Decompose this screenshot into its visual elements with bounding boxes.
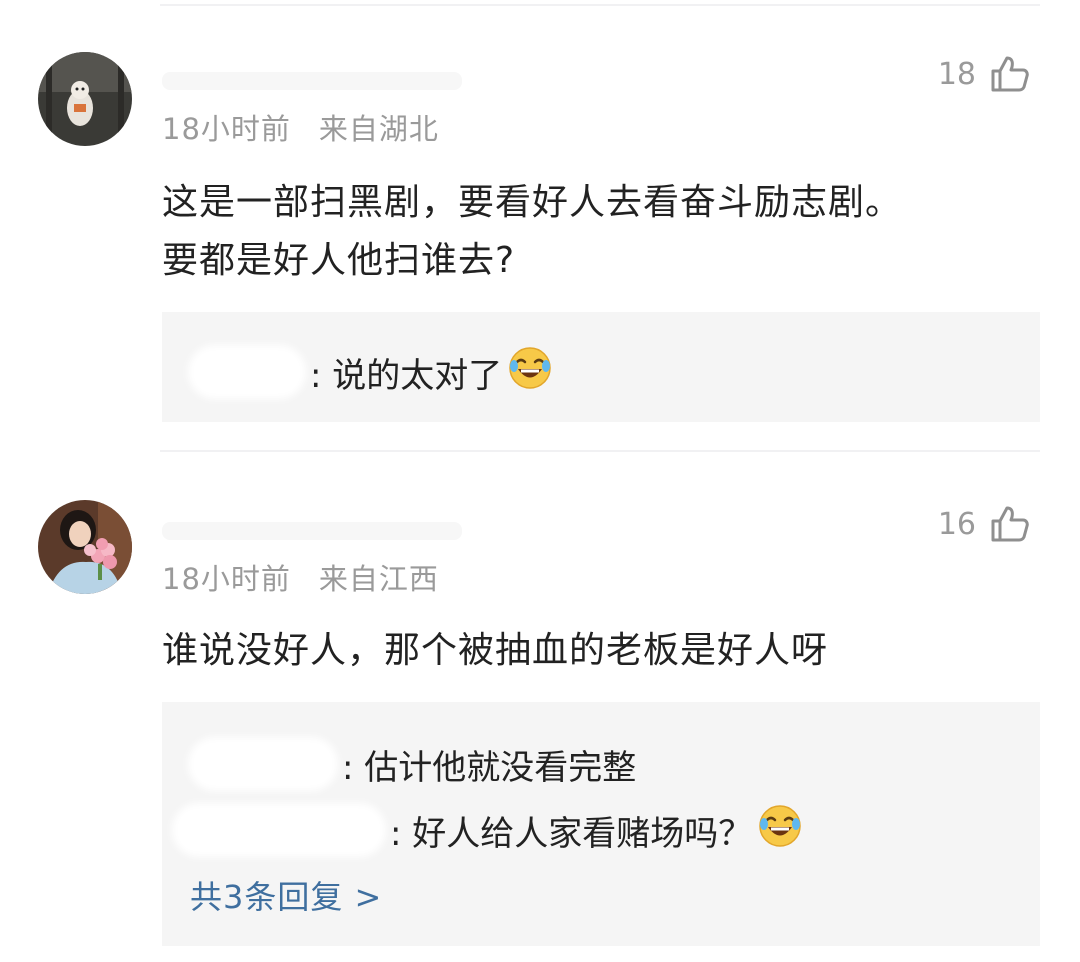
like-count: 16	[937, 506, 976, 542]
comment-text[interactable]: 这是一部扫黑剧，要看好人去看奋斗励志剧。 要都是好人他扫谁去?	[162, 174, 1020, 290]
username[interactable]	[162, 522, 462, 540]
like-area[interactable]: 18	[938, 54, 1030, 94]
comment-text[interactable]: 谁说没好人，那个被抽血的老板是好人呀	[162, 622, 1020, 680]
reply-item[interactable]: : 说的太对了	[188, 342, 1040, 402]
thumb-up-icon[interactable]	[990, 54, 1030, 94]
reply-username[interactable]	[188, 737, 338, 791]
reply-item[interactable]: : 估计他就没看完整	[188, 734, 1040, 794]
comment-location: 来自江西	[318, 562, 439, 596]
avatar[interactable]	[38, 500, 132, 594]
reply-text: : 说的太对了	[310, 355, 503, 396]
reply-box[interactable]: : 估计他就没看完整 : 好人给人家看赌场吗？ 共3条回复 >	[162, 702, 1040, 946]
comment-meta: 18小时前 来自江西	[162, 556, 439, 598]
reply-username[interactable]	[188, 345, 306, 399]
reply-item[interactable]: : 好人给人家看赌场吗？	[172, 800, 1040, 860]
reply-text: : 好人给人家看赌场吗？	[390, 813, 753, 854]
comment-item: 16 18小时前 来自江西 谁说没好人，那个被抽血的老板是好人呀 : 估计他就没看…	[0, 450, 1080, 962]
comment-time: 18小时前	[162, 112, 291, 146]
thumb-up-icon[interactable]	[990, 504, 1030, 544]
comment-meta: 18小时前 来自湖北	[162, 106, 439, 148]
comment-text-line: 这是一部扫黑剧，要看好人去看奋斗励志剧。	[162, 182, 903, 223]
comment-text-line: 要都是好人他扫谁去?	[162, 240, 516, 281]
username[interactable]	[162, 72, 462, 90]
laughing-tears-icon	[508, 346, 552, 399]
comment-text-line: 谁说没好人，那个被抽血的老板是好人呀	[162, 630, 829, 671]
comment-time: 18小时前	[162, 562, 291, 596]
reply-text: : 估计他就没看完整	[342, 747, 637, 788]
view-all-replies-link[interactable]: 共3条回复 >	[190, 872, 382, 918]
comment-location: 来自湖北	[318, 112, 439, 146]
like-area[interactable]: 16	[938, 504, 1030, 544]
reply-box[interactable]: : 说的太对了	[162, 312, 1040, 422]
avatar[interactable]	[38, 52, 132, 146]
comment-item: 18 18小时前 来自湖北 这是一部扫黑剧，要看好人去看奋斗励志剧。 要都是好人他…	[0, 0, 1080, 450]
laughing-tears-icon	[758, 804, 802, 857]
like-count: 18	[937, 56, 976, 92]
reply-username[interactable]	[172, 803, 386, 857]
